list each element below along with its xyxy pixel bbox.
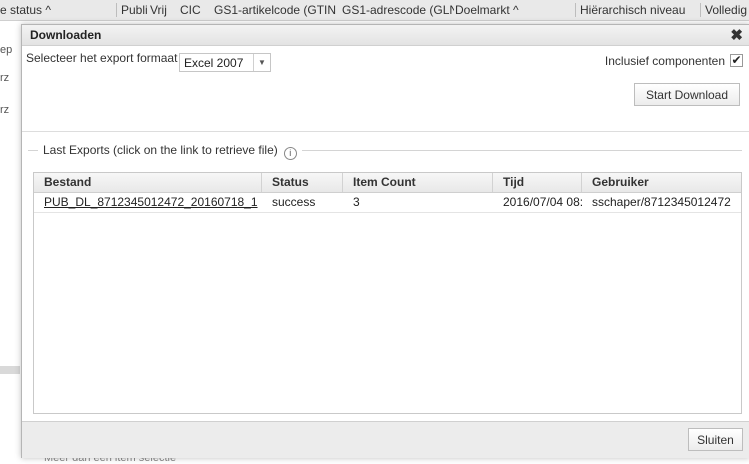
column-header-status[interactable]: Status [262, 173, 343, 192]
background-grid-header: e status ^ Publi Vrij CIC GS1-artikelcod… [0, 0, 749, 21]
table-row[interactable]: PUB_DL_8712345012472_20160718_1 success … [34, 193, 741, 213]
bg-column-volledig[interactable]: Volledig [700, 3, 749, 17]
bg-column-status[interactable]: e status ^ [0, 3, 84, 17]
bg-column-gln[interactable]: GS1-adrescode (GLN) [342, 3, 454, 17]
dialog-footer: Sluiten [22, 421, 749, 458]
info-icon[interactable]: i [283, 147, 297, 160]
column-header-gebruiker[interactable]: Gebruiker [582, 173, 741, 192]
export-item-count: 3 [353, 195, 360, 209]
bg-column-vrij[interactable]: Vrij [150, 3, 180, 17]
bg-row-fragment: rz [0, 104, 10, 116]
bg-column-gtin[interactable]: GS1-artikelcode (GTIN [214, 3, 342, 17]
last-exports-legend: Last Exports (click on the link to retri… [38, 143, 302, 160]
start-download-button[interactable]: Start Download [634, 83, 740, 106]
export-user: sschaper/8712345012472 [592, 195, 731, 209]
export-format-label: Selecteer het export formaat [26, 51, 178, 65]
dialog-title-bar[interactable]: Downloaden ✖ [22, 25, 749, 46]
bg-row-fragment: ep [0, 44, 13, 56]
bg-column-doelmarkt[interactable]: Doelmarkt ^ [455, 3, 555, 17]
section-divider [22, 131, 749, 132]
export-status: success [272, 195, 316, 209]
close-icon[interactable]: ✖ [730, 26, 743, 44]
chevron-down-icon[interactable]: ▼ [253, 54, 270, 71]
include-components-checkbox[interactable]: ✔ [730, 54, 743, 67]
column-header-bestand[interactable]: Bestand [34, 173, 262, 192]
bg-row-stripe [0, 366, 20, 374]
column-header-item-count[interactable]: Item Count [343, 173, 493, 192]
export-file-link[interactable]: PUB_DL_8712345012472_20160718_1 [34, 193, 262, 212]
export-format-value: Excel 2007 [184, 56, 244, 70]
grid-header: Bestand Status Item Count Tijd Gebruiker [34, 173, 741, 193]
close-button[interactable]: Sluiten [688, 428, 743, 451]
include-components-label: Inclusief componenten [604, 54, 725, 68]
column-header-tijd[interactable]: Tijd [493, 173, 582, 192]
dialog-title: Downloaden [30, 28, 102, 42]
download-dialog: Downloaden ✖ Selecteer het export formaa… [21, 24, 749, 458]
bg-column-hierarchisch[interactable]: Hiërarchisch niveau [575, 3, 700, 17]
bg-column-cic[interactable]: CIC [180, 3, 210, 17]
export-format-select[interactable]: Excel 2007 ▼ [179, 53, 271, 72]
bg-row-fragment: rz [0, 72, 10, 84]
last-exports-grid: Bestand Status Item Count Tijd Gebruiker… [33, 172, 742, 414]
last-exports-label: Last Exports (click on the link to retri… [43, 143, 278, 157]
export-time: 2016/07/04 08: [503, 195, 582, 209]
